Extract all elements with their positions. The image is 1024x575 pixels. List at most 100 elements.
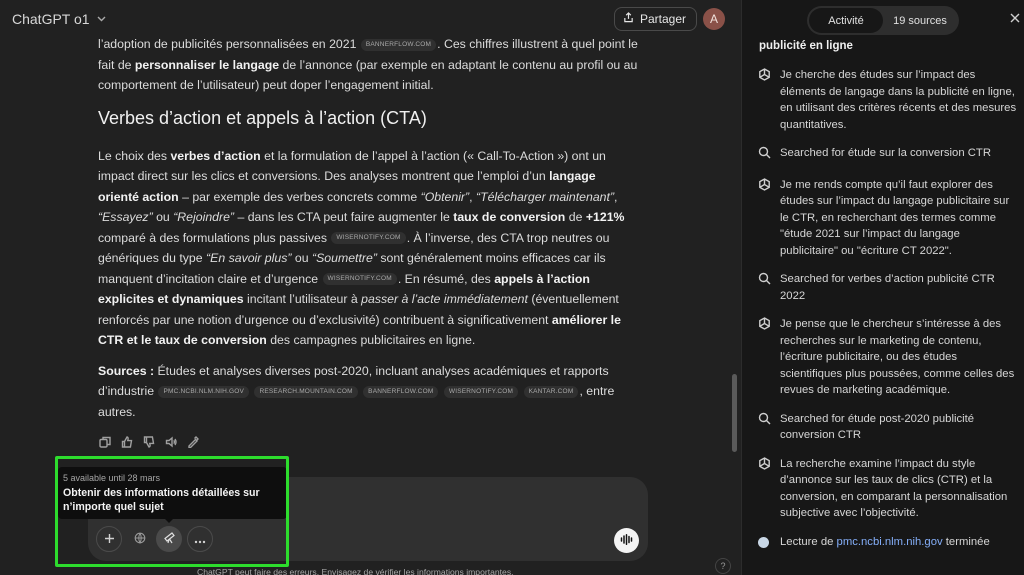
share-label: Partager [640, 12, 687, 26]
source-favicon-icon [758, 534, 772, 554]
copy-icon[interactable] [99, 435, 111, 448]
reasoning-icon [758, 316, 772, 399]
activity-text: Je me rends compte qu’il faut explorer d… [780, 178, 1010, 257]
bold-text: personnaliser le langage [134, 57, 280, 72]
activity-list: Je cherche des études sur l’impact des é… [758, 67, 1020, 553]
activity-panel: Activité 19 sources publicité en ligne J… [741, 0, 1024, 575]
italic-text: passer à l’acte immédiatement [361, 292, 528, 306]
bold-text: +121% [585, 210, 625, 224]
italic-text: “Rejoindre” [173, 210, 235, 224]
citation-tag[interactable]: RESEARCH.MOUNTAIN.COM [254, 385, 358, 398]
disclaimer-text: ChatGPT peut faire des erreurs. Envisage… [197, 567, 514, 575]
activity-text: Searched for étude sur la conversion CTR [780, 147, 991, 159]
waveform-icon [620, 532, 633, 550]
deep-research-button[interactable] [156, 526, 182, 552]
text: , [469, 189, 473, 204]
assistant-message: l’adoption de publicités personnalisées … [98, 34, 638, 432]
tooltip-arrow [164, 518, 174, 523]
activity-text: Searched for verbes d’action publicité C… [780, 273, 995, 302]
text: – par exemple des verbes concrets comme [182, 189, 418, 204]
panel-heading: publicité en ligne [759, 40, 853, 52]
citation-tag[interactable]: BANNERFLOW.COM [360, 38, 437, 51]
text: des campagnes publicitaires en ligne. [270, 333, 476, 347]
paragraph-cta: Le choix des verbes d’action et la formu… [98, 146, 638, 351]
scrollbar[interactable] [732, 374, 737, 452]
italic-text: “Obtenir” [420, 189, 470, 204]
search-icon [758, 145, 772, 165]
activity-text: La recherche examine l’impact du style d… [780, 457, 1008, 520]
section-heading: Verbes d’action et appels à l’action (CT… [98, 107, 427, 128]
search-icon [758, 411, 772, 444]
activity-item: Searched for verbes d’action publicité C… [758, 271, 1020, 304]
tooltip-description: Obtenir des informations détaillées sur … [63, 487, 260, 513]
chevron-down-icon [97, 14, 106, 25]
text: Le choix des [98, 148, 168, 163]
bold-text: taux de conversion [453, 210, 566, 224]
text: de [568, 210, 583, 224]
citation-tag[interactable]: KANTAR.COM [523, 385, 579, 398]
citation-tag[interactable]: WISERNOTIFY.COM [322, 273, 397, 286]
reading-prefix: Lecture de [780, 535, 834, 548]
reasoning-icon [758, 456, 772, 522]
avatar[interactable]: A [703, 8, 725, 30]
reasoning-icon [758, 67, 772, 133]
bold-text: verbes d’action [170, 148, 261, 163]
text: incitant l’utilisateur à [247, 292, 358, 306]
activity-item: Je pense que le chercheur s’intéresse à … [758, 316, 1020, 399]
close-icon[interactable] [1010, 10, 1020, 26]
italic-text: “Soumettre” [312, 251, 377, 265]
activity-text: Searched for étude post-2020 publicité c… [780, 412, 975, 442]
edit-model-icon[interactable] [187, 435, 199, 449]
globe-icon [134, 531, 146, 547]
text: ou [156, 210, 170, 224]
citation-tag[interactable]: BANNERFLOW.COM [363, 385, 439, 398]
top-bar: ChatGPT o1 Partager A [0, 0, 741, 38]
search-icon [758, 271, 772, 304]
ellipsis-icon [194, 531, 206, 547]
italic-text: “Télécharger maintenant” [475, 189, 615, 204]
activity-text: Je pense que le chercheur s’intéresse à … [780, 318, 1015, 396]
thumbs-up-icon[interactable] [121, 435, 133, 448]
activity-text: Je cherche des études sur l’impact des é… [780, 69, 1017, 131]
tab-sources[interactable]: 19 sources [883, 8, 957, 33]
paragraph-sources: Sources : Études et analyses diverses po… [98, 361, 638, 423]
paragraph-personalisation: l’adoption de publicités personnalisées … [98, 34, 638, 96]
share-icon [623, 12, 634, 26]
sources-label: Sources : [98, 363, 155, 378]
help-button[interactable]: ? [715, 558, 731, 574]
activity-item-reading: Lecture de pmc.ncbi.nlm.nih.gov terminée [758, 534, 1020, 554]
telescope-icon [163, 531, 176, 547]
model-selector[interactable]: ChatGPT o1 [12, 11, 106, 27]
activity-item: Searched for étude post-2020 publicité c… [758, 411, 1020, 444]
text: , [614, 189, 618, 204]
text: ou [294, 251, 309, 265]
thumbs-down-icon[interactable] [143, 435, 155, 448]
citation-tag[interactable]: WISERNOTIFY.COM [443, 385, 519, 398]
activity-item: La recherche examine l’impact du style d… [758, 456, 1020, 522]
source-link[interactable]: pmc.ncbi.nlm.nih.gov [837, 536, 943, 548]
reasoning-icon [758, 177, 772, 260]
model-name-label: ChatGPT o1 [12, 11, 90, 27]
italic-text: “En savoir plus” [206, 251, 292, 265]
italic-text: “Essayez” [98, 210, 153, 224]
text: comparé à des formulations plus passives [98, 230, 327, 245]
activity-item: Je cherche des études sur l’impact des é… [758, 67, 1020, 133]
text: l’adoption de publicités personnalisées … [98, 37, 357, 51]
more-options-button[interactable] [187, 526, 213, 552]
share-button[interactable]: Partager [614, 7, 698, 31]
message-actions [99, 435, 199, 449]
text: – dans les CTA peut faire augmenter le [237, 210, 450, 224]
text: . En résumé, des [397, 271, 491, 286]
chat-main-area: ChatGPT o1 Partager A l’adoption de publ… [0, 0, 741, 575]
tooltip-quota: 5 available until 28 mars [63, 473, 161, 483]
activity-item: Searched for étude sur la conversion CTR [758, 145, 1020, 165]
add-attachment-button[interactable] [96, 526, 122, 552]
plus-icon [104, 531, 115, 547]
citation-tag[interactable]: WISERNOTIFY.COM [331, 232, 406, 245]
voice-mode-button[interactable] [614, 528, 639, 553]
tab-activity[interactable]: Activité [809, 8, 883, 33]
speaker-icon[interactable] [165, 435, 177, 448]
activity-item: Je me rends compte qu’il faut explorer d… [758, 177, 1020, 260]
citation-tag[interactable]: PMC.NCBI.NLM.NIH.GOV [158, 385, 250, 398]
search-web-button[interactable] [127, 526, 153, 552]
